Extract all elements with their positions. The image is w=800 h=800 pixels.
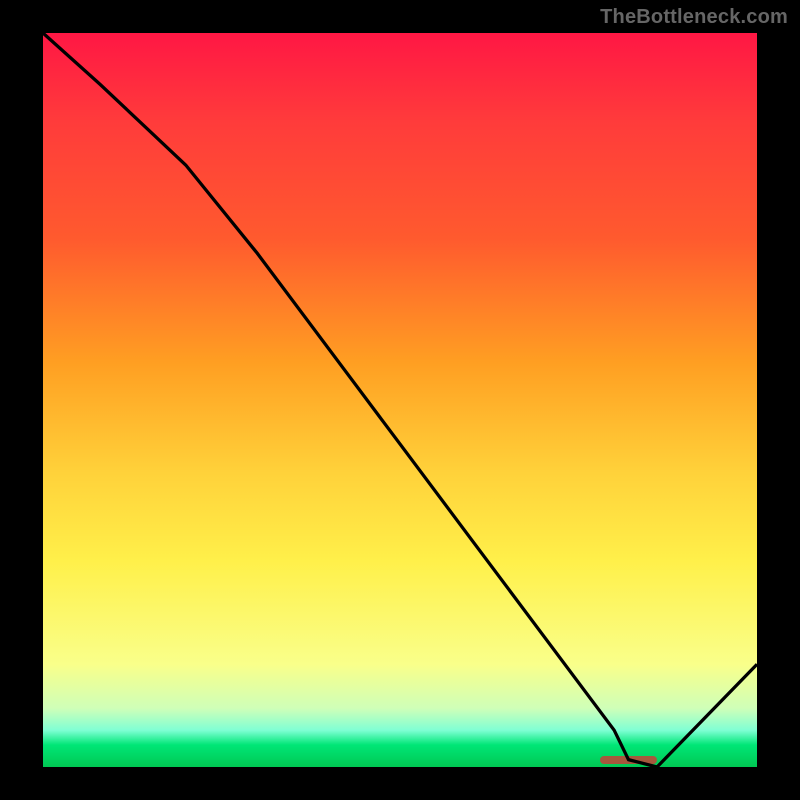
plot-area: [40, 30, 760, 770]
line-chart: [43, 33, 757, 767]
chart-container: TheBottleneck.com: [0, 0, 800, 800]
data-curve: [43, 33, 757, 767]
watermark-text: TheBottleneck.com: [600, 6, 788, 29]
